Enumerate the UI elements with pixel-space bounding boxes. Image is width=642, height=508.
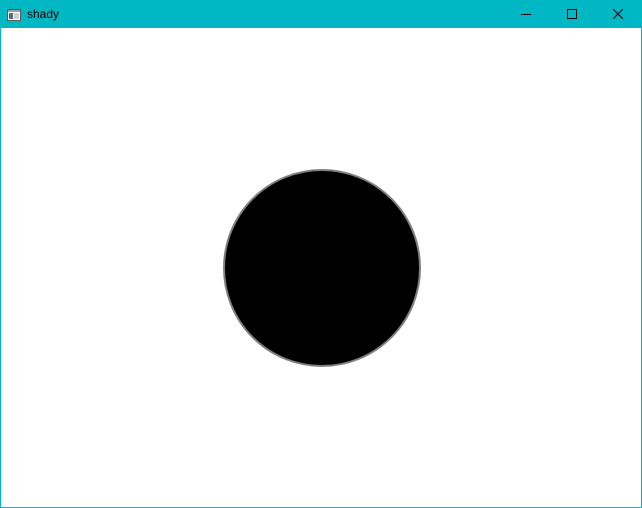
black-circle [223,169,421,367]
minimize-button[interactable] [503,1,549,28]
title-bar[interactable]: shady [1,1,641,28]
minimize-icon [521,6,531,24]
close-button[interactable] [595,1,641,28]
maximize-icon [567,6,577,24]
window-title: shady [27,7,60,21]
maximize-button[interactable] [549,1,595,28]
close-icon [612,6,624,24]
render-canvas[interactable] [1,28,641,507]
app-window: shady [0,0,642,508]
window-icon[interactable] [7,8,21,21]
